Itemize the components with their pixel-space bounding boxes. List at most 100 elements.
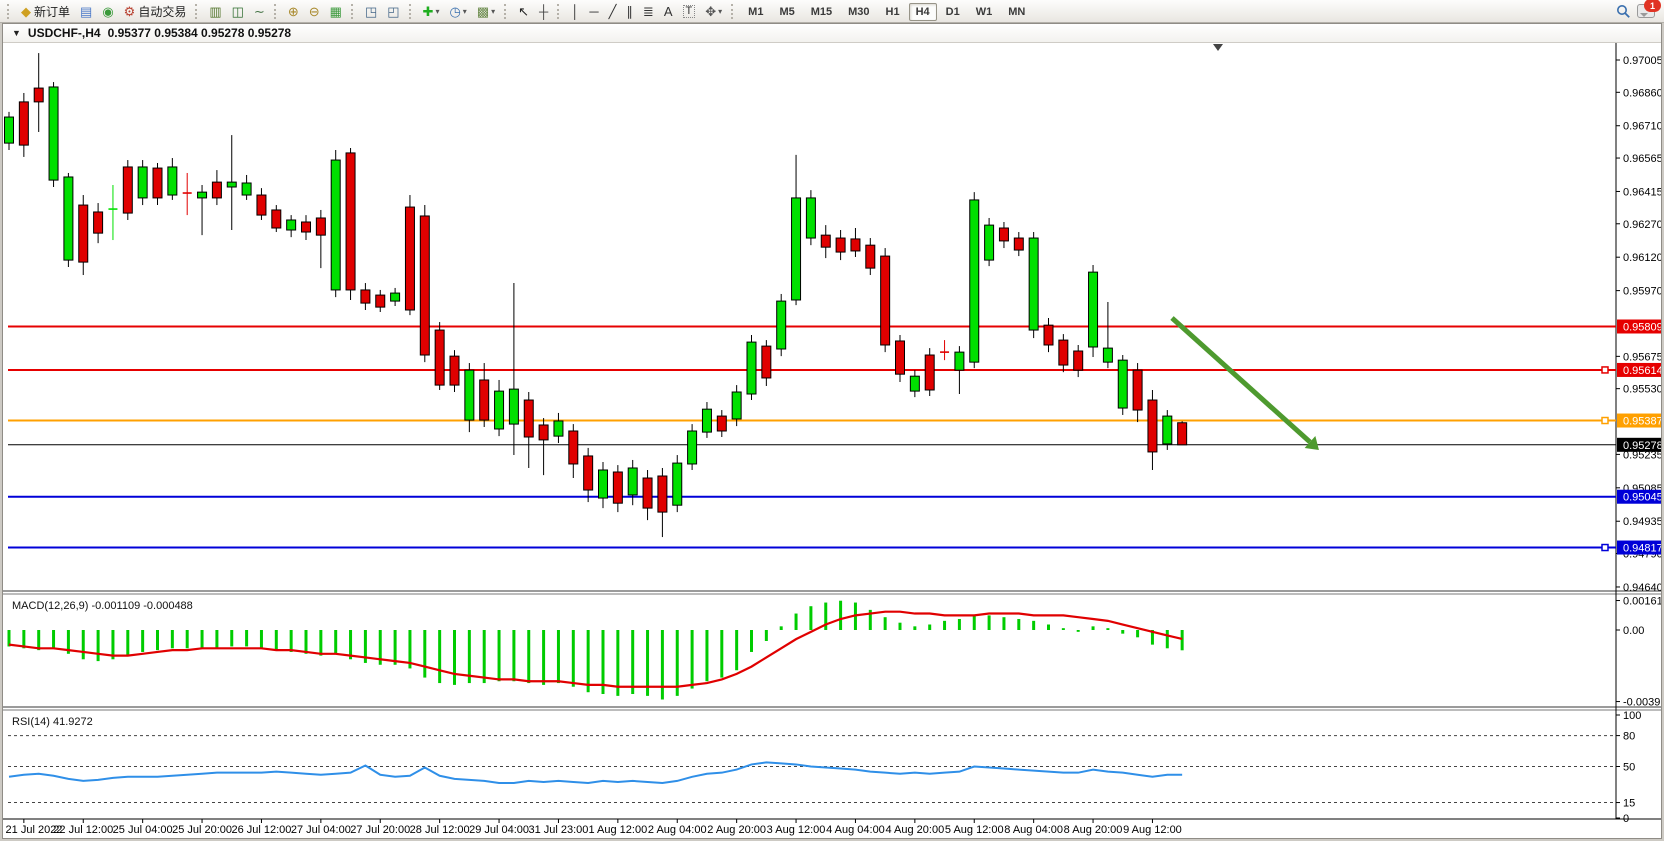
toolbar-grip[interactable] bbox=[731, 4, 736, 19]
chart-shift-icon: ◰ bbox=[387, 5, 399, 18]
search-icon[interactable] bbox=[1616, 4, 1631, 19]
signals-button[interactable]: ◉ bbox=[98, 2, 117, 21]
fibonacci-tool-button[interactable]: ≣ bbox=[639, 2, 658, 21]
cursor-tool-button[interactable]: ↖ bbox=[514, 2, 533, 21]
svg-text:-0.00391: -0.00391 bbox=[1623, 697, 1661, 709]
candle-chart-icon: ◫ bbox=[232, 5, 244, 18]
svg-text:4 Aug 04:00: 4 Aug 04:00 bbox=[826, 824, 885, 836]
arrows-tool-button[interactable]: ✥▾ bbox=[701, 2, 726, 21]
svg-text:0.97005: 0.97005 bbox=[1623, 55, 1661, 67]
svg-text:8 Aug 04:00: 8 Aug 04:00 bbox=[1004, 824, 1063, 836]
svg-text:8 Aug 20:00: 8 Aug 20:00 bbox=[1064, 824, 1123, 836]
svg-text:0.95675: 0.95675 bbox=[1623, 351, 1661, 363]
toolbar-grip[interactable] bbox=[351, 4, 356, 19]
zoom-in-button[interactable]: ⊕ bbox=[284, 2, 303, 21]
rsi-label: RSI(14) 41.9272 bbox=[12, 716, 93, 728]
signal-icon: ◉ bbox=[102, 5, 113, 18]
timeframe-m1-button[interactable]: M1 bbox=[741, 3, 770, 21]
chart-shift-button[interactable]: ◰ bbox=[383, 2, 403, 21]
svg-text:25 Jul 20:00: 25 Jul 20:00 bbox=[172, 824, 232, 836]
hline-0.95387[interactable]: 0.95387 bbox=[8, 414, 1661, 428]
svg-text:4 Aug 20:00: 4 Aug 20:00 bbox=[885, 824, 944, 836]
label-tool-button[interactable]: T bbox=[679, 2, 700, 21]
notifications-button[interactable]: 1 bbox=[1637, 4, 1655, 18]
svg-text:9 Aug 12:00: 9 Aug 12:00 bbox=[1123, 824, 1182, 836]
add-indicator-icon: ✚ bbox=[423, 5, 434, 18]
new-order-button[interactable]: ◆ 新订单 bbox=[17, 2, 74, 21]
toolbar-gr-ip[interactable] bbox=[409, 4, 414, 19]
auto-scroll-button[interactable]: ◳ bbox=[361, 2, 381, 21]
svg-text:0.00: 0.00 bbox=[1623, 625, 1644, 637]
svg-text:27 Jul 20:00: 27 Jul 20:00 bbox=[350, 824, 410, 836]
text-tool-button[interactable]: A bbox=[660, 2, 677, 21]
hline-0.95614[interactable]: 0.95614 bbox=[8, 363, 1661, 377]
svg-text:0.95278: 0.95278 bbox=[1623, 440, 1661, 452]
timeframe-mn-button[interactable]: MN bbox=[1001, 3, 1032, 21]
channel-tool-button[interactable]: ∥ bbox=[622, 2, 637, 21]
zoom-out-icon: ⊖ bbox=[309, 5, 320, 18]
terminal-button[interactable]: ▤ bbox=[76, 2, 96, 21]
periods-button[interactable]: ◷▾ bbox=[445, 2, 470, 21]
timeframe-w1-button[interactable]: W1 bbox=[969, 3, 1000, 21]
svg-text:0.95809: 0.95809 bbox=[1623, 321, 1661, 333]
clock-icon: ◷ bbox=[449, 5, 460, 18]
horizontal-line-icon: ─ bbox=[589, 5, 598, 18]
indicators-button[interactable]: ✚▾ bbox=[419, 2, 444, 21]
macd-label: MACD(12,26,9) -0.001109 -0.000488 bbox=[12, 600, 193, 612]
svg-text:0.95970: 0.95970 bbox=[1623, 286, 1661, 298]
date-axis: 21 Jul 202222 Jul 12:0025 Jul 04:0025 Ju… bbox=[6, 819, 1182, 836]
svg-text:0.96710: 0.96710 bbox=[1623, 121, 1661, 133]
bar-chart-button[interactable]: ▥ bbox=[205, 2, 225, 21]
main-toolbar: ◆ 新订单 ▤ ◉ ⚙ 自动交易 ▥ ◫ ∼ ⊕ ⊖ ▦ ◳ ◰ ✚▾ ◷▾ ▩… bbox=[0, 0, 1664, 23]
cursor-icon: ↖ bbox=[518, 5, 529, 18]
line-chart-button[interactable]: ∼ bbox=[250, 2, 269, 21]
window-menu-icon[interactable]: ▼ bbox=[12, 28, 21, 38]
horizontal-line-tool-button[interactable]: ─ bbox=[585, 2, 602, 21]
terminal-icon: ▤ bbox=[80, 5, 92, 18]
chart-titlebar[interactable]: ▼ USDCHF-,H4 0.95377 0.95384 0.95278 0.9… bbox=[3, 24, 1661, 43]
candle-chart-button[interactable]: ◫ bbox=[228, 2, 248, 21]
dropdown-caret-icon: ▾ bbox=[491, 7, 495, 16]
svg-text:80: 80 bbox=[1623, 731, 1635, 743]
toolbar-grip[interactable] bbox=[7, 4, 12, 19]
templates-button[interactable]: ▩▾ bbox=[473, 2, 499, 21]
dropdown-caret-icon: ▾ bbox=[718, 7, 722, 16]
crosshair-icon: ┼ bbox=[539, 5, 548, 18]
svg-text:29 Jul 04:00: 29 Jul 04:00 bbox=[469, 824, 529, 836]
crosshair-tool-button[interactable]: ┼ bbox=[535, 2, 552, 21]
hline-0.95809[interactable]: 0.95809 bbox=[8, 319, 1661, 333]
toolbar-grip[interactable] bbox=[557, 4, 562, 19]
auto-trading-button[interactable]: ⚙ 自动交易 bbox=[120, 2, 191, 21]
svg-text:0.94640: 0.94640 bbox=[1623, 582, 1661, 594]
trend-arrow[interactable] bbox=[1172, 318, 1319, 450]
price-chart[interactable]: 0.970050.968600.967100.965650.964150.962… bbox=[3, 43, 1661, 838]
tile-windows-button[interactable]: ▦ bbox=[326, 2, 346, 21]
svg-text:26 Jul 12:00: 26 Jul 12:00 bbox=[231, 824, 291, 836]
toolbar-grip[interactable] bbox=[504, 4, 509, 19]
auto-scroll-icon: ◳ bbox=[365, 5, 377, 18]
timeframe-m5-button[interactable]: M5 bbox=[772, 3, 801, 21]
timeframe-h4-button[interactable]: H4 bbox=[909, 3, 937, 21]
timeframe-group: M1M5M15M30H1H4D1W1MN bbox=[740, 2, 1033, 20]
toolbar-grip[interactable] bbox=[274, 4, 279, 19]
svg-text:0: 0 bbox=[1623, 813, 1629, 825]
dropdown-caret-icon: ▾ bbox=[463, 7, 467, 16]
trendline-tool-button[interactable]: ╱ bbox=[605, 2, 621, 21]
dropdown-caret-icon: ▾ bbox=[435, 7, 439, 16]
svg-text:2 Aug 04:00: 2 Aug 04:00 bbox=[648, 824, 707, 836]
timeframe-m15-button[interactable]: M15 bbox=[804, 3, 839, 21]
vertical-line-tool-button[interactable]: │ bbox=[567, 2, 583, 21]
svg-text:25 Jul 04:00: 25 Jul 04:00 bbox=[113, 824, 173, 836]
hline-0.94817[interactable]: 0.94817 bbox=[8, 541, 1661, 555]
timeframe-m30-button[interactable]: M30 bbox=[841, 3, 876, 21]
hline-0.95045[interactable]: 0.95045 bbox=[8, 490, 1661, 504]
zoom-in-icon: ⊕ bbox=[288, 5, 299, 18]
text-icon: A bbox=[664, 5, 673, 18]
zoom-out-button[interactable]: ⊖ bbox=[305, 2, 324, 21]
timeframe-d1-button[interactable]: D1 bbox=[939, 3, 967, 21]
svg-text:28 Jul 12:00: 28 Jul 12:00 bbox=[410, 824, 470, 836]
macd-layer: 0.001610.00-0.00391 bbox=[9, 596, 1661, 709]
trendline-icon: ╱ bbox=[609, 5, 617, 18]
timeframe-h1-button[interactable]: H1 bbox=[879, 3, 907, 21]
toolbar-grip[interactable] bbox=[195, 4, 200, 19]
